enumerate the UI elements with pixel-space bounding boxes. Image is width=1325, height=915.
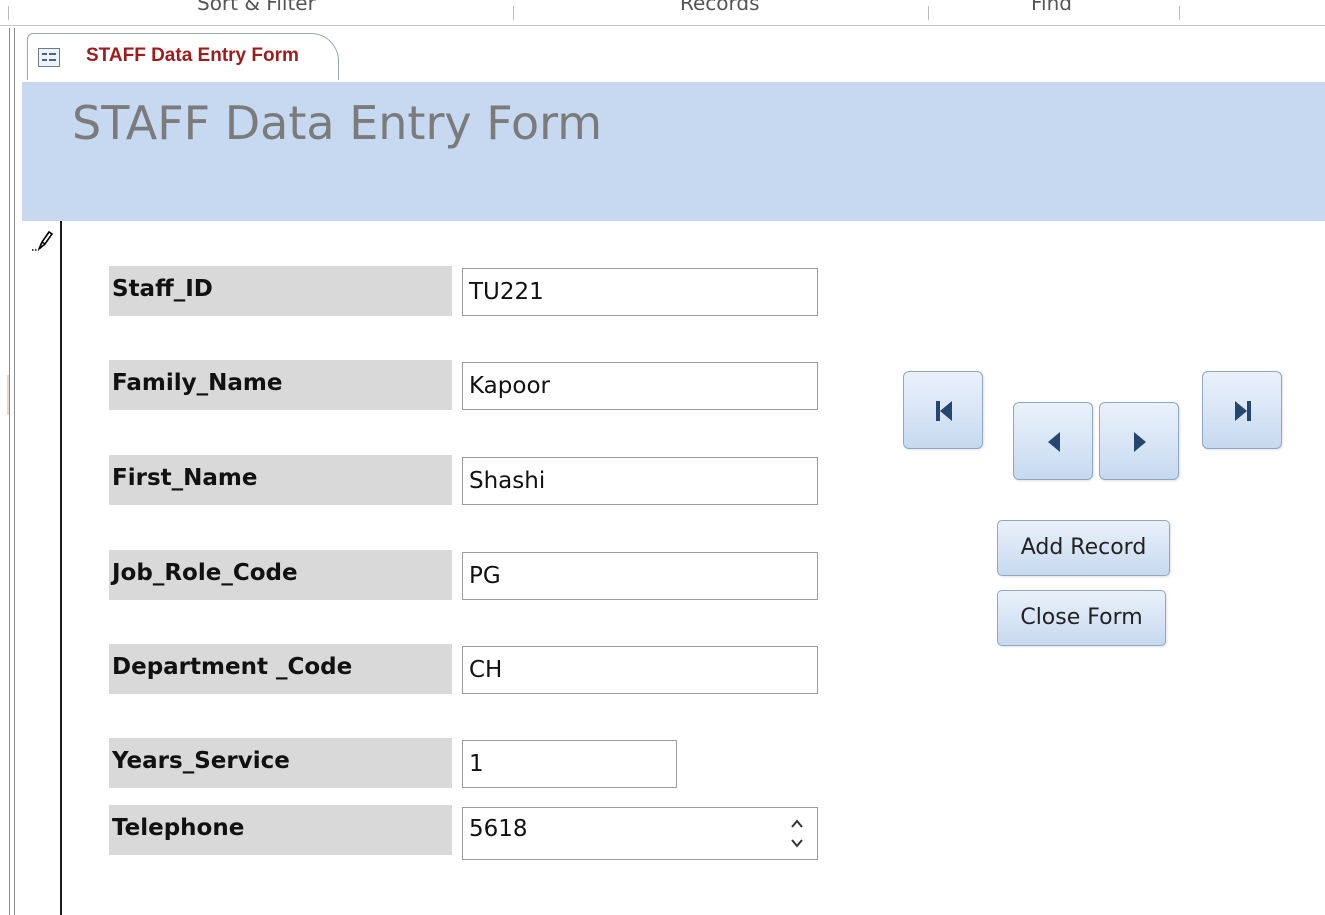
family-name-field[interactable]: Kapoor xyxy=(462,362,818,410)
ribbon-separator xyxy=(928,6,929,20)
next-record-icon xyxy=(1134,432,1146,452)
ribbon-group-find: Find xyxy=(1031,0,1072,15)
staff-id-field[interactable]: TU221 xyxy=(462,268,818,316)
ribbon-group-labels: Sort & Filter Records Find xyxy=(0,0,1325,26)
next-record-button[interactable] xyxy=(1099,402,1179,480)
close-form-button[interactable]: Close Form xyxy=(997,590,1166,646)
ribbon-separator xyxy=(1179,6,1180,20)
add-record-button[interactable]: Add Record xyxy=(997,520,1170,576)
ribbon-separator xyxy=(513,6,514,20)
years-service-field[interactable]: 1 xyxy=(462,740,677,788)
telephone-field[interactable]: 5618 xyxy=(462,807,818,860)
form-icon xyxy=(38,48,60,67)
family-name-label: Family_Name xyxy=(109,360,452,410)
telephone-label: Telephone xyxy=(109,805,452,855)
staff-id-label: Staff_ID xyxy=(109,266,452,316)
pencil-icon xyxy=(32,230,54,251)
last-record-icon xyxy=(1235,401,1251,421)
previous-record-icon xyxy=(1048,432,1060,452)
job-role-code-field[interactable]: PG xyxy=(462,552,818,600)
splitter-marker xyxy=(7,375,9,415)
first-record-icon xyxy=(936,401,952,421)
first-name-label: First_Name xyxy=(109,455,452,505)
ribbon-group-records: Records xyxy=(680,0,760,15)
previous-record-button[interactable] xyxy=(1013,402,1093,480)
department-code-field[interactable]: CH xyxy=(462,646,818,694)
record-selector[interactable] xyxy=(22,221,62,915)
department-code-label: Department _Code xyxy=(109,644,452,694)
ribbon-group-sort-filter: Sort & Filter xyxy=(197,0,316,15)
years-service-label: Years_Service xyxy=(109,738,452,788)
first-record-button[interactable] xyxy=(903,371,983,449)
navigation-pane-edge[interactable] xyxy=(9,28,10,915)
job-role-code-label: Job_Role_Code xyxy=(109,550,452,600)
ribbon-separator xyxy=(8,6,9,20)
first-name-field[interactable]: Shashi xyxy=(462,457,818,505)
last-record-button[interactable] xyxy=(1202,371,1282,449)
navigation-pane-edge-inner xyxy=(14,28,15,915)
form-title: STAFF Data Entry Form xyxy=(72,96,603,150)
spin-arrows-icon[interactable] xyxy=(788,815,806,851)
document-tab-title[interactable]: STAFF Data Entry Form xyxy=(86,45,299,67)
